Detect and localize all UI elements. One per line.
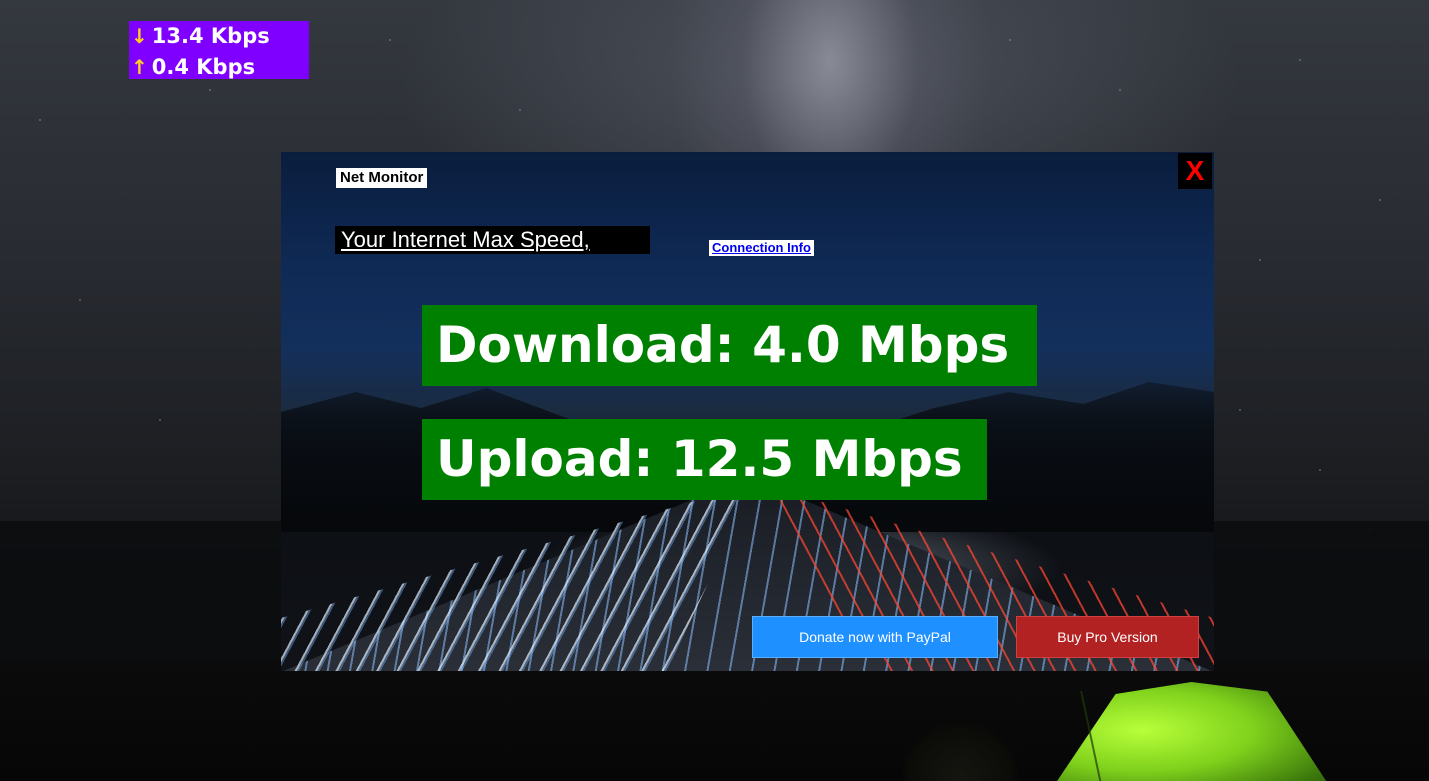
upload-rate-value: 0.4 Kbps: [151, 55, 256, 79]
tree-silhouette: [900, 720, 1020, 781]
desktop-wallpaper: ↓ 13.4 Kbps ↑ 0.4 Kbps Net Monitor X You…: [0, 0, 1429, 781]
donate-paypal-button[interactable]: Donate now with PayPal: [752, 616, 998, 658]
download-arrow-icon: ↓: [131, 24, 148, 48]
upload-speed-display: Upload: 12.5 Mbps: [422, 419, 987, 500]
connection-info-link[interactable]: Connection Info: [709, 240, 814, 256]
download-rate-row: ↓ 13.4 Kbps: [131, 21, 309, 52]
app-title: Net Monitor: [336, 168, 428, 188]
max-speed-heading: Your Internet Max Speed,: [335, 226, 650, 254]
max-speed-label: Your Internet Max Speed,: [341, 227, 590, 252]
upload-rate-row: ↑ 0.4 Kbps: [131, 52, 309, 83]
close-button[interactable]: X: [1178, 153, 1212, 189]
upload-arrow-icon: ↑: [131, 55, 148, 79]
download-rate-value: 13.4 Kbps: [151, 24, 270, 48]
download-speed-display: Download: 4.0 Mbps: [422, 305, 1037, 386]
buy-pro-button[interactable]: Buy Pro Version: [1016, 616, 1199, 658]
network-speed-widget[interactable]: ↓ 13.4 Kbps ↑ 0.4 Kbps: [129, 21, 309, 79]
net-monitor-window: Net Monitor X Your Internet Max Speed, C…: [281, 152, 1214, 671]
